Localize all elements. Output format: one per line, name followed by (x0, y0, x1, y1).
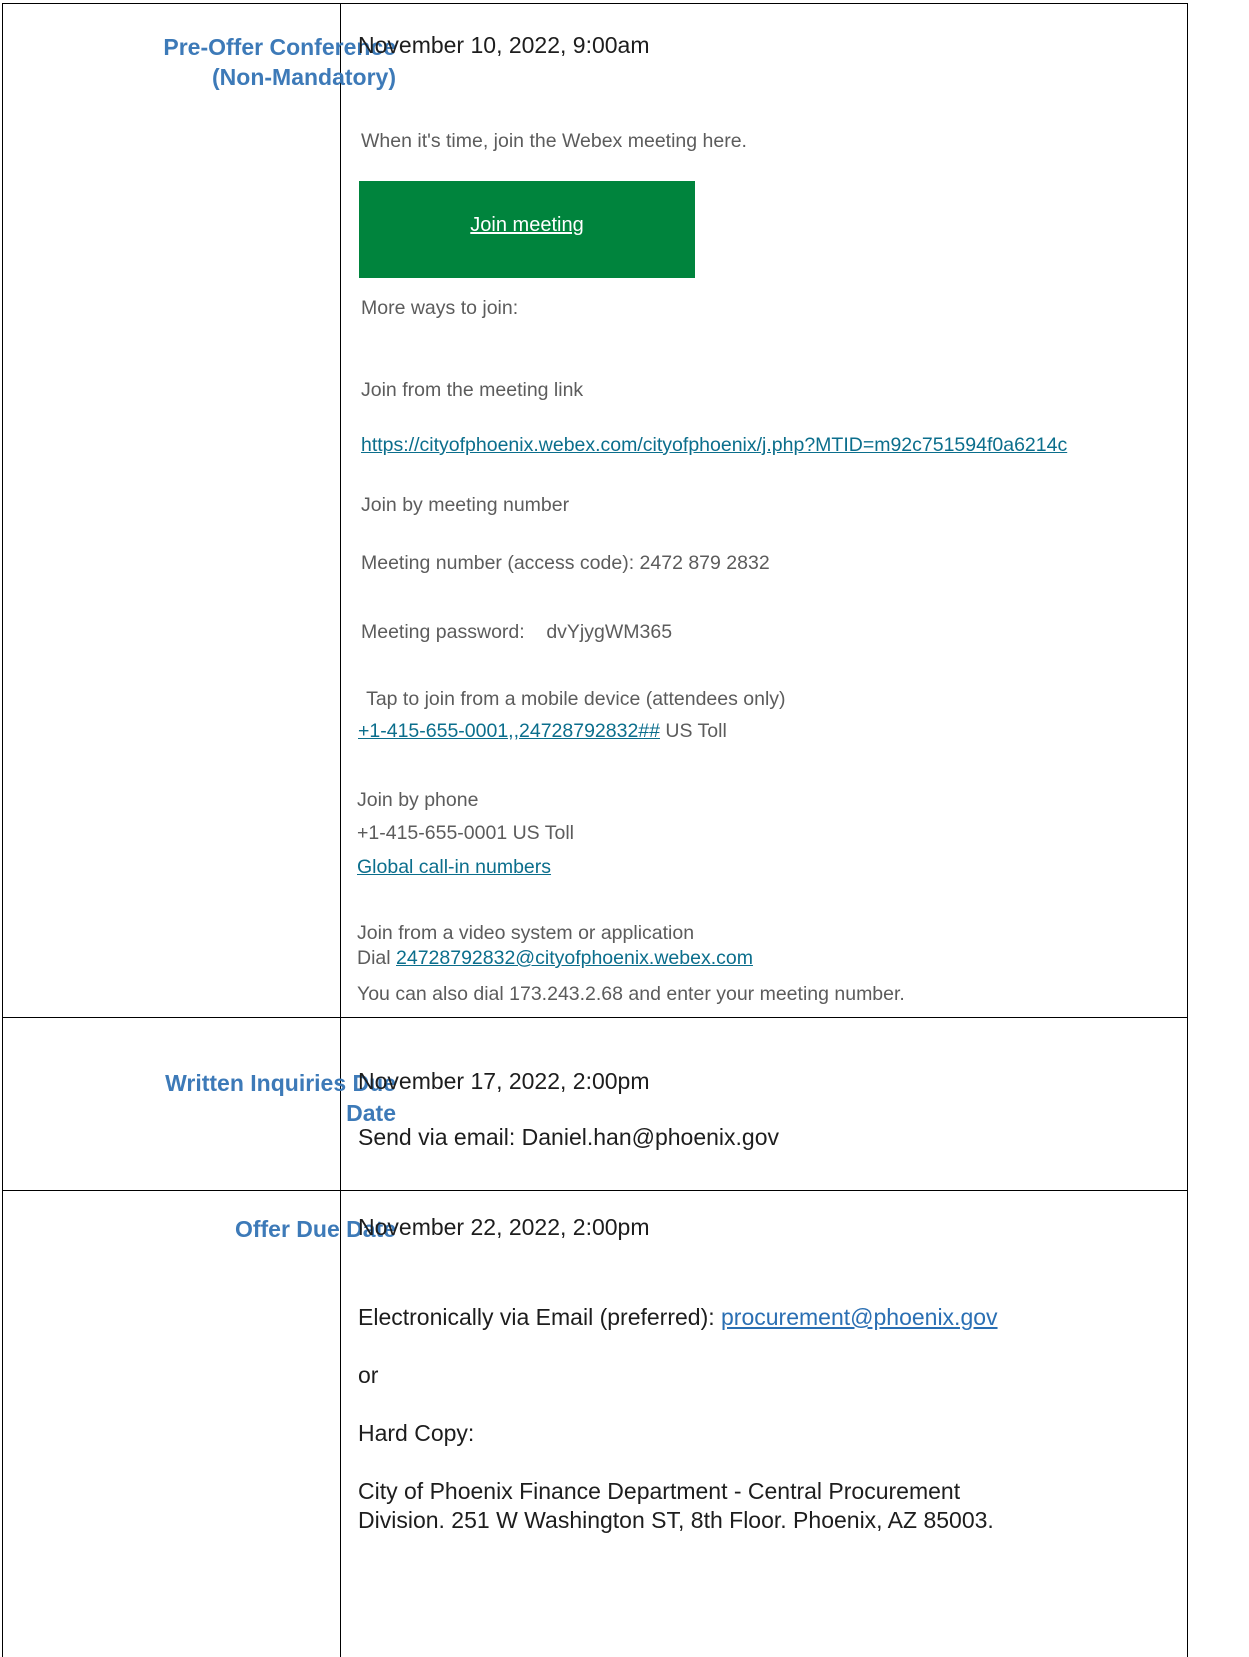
offer-due-date: November 22, 2022, 2:00pm (358, 1214, 650, 1240)
join-meeting-button[interactable]: Join meeting (359, 181, 695, 278)
column-divider (340, 3, 341, 1657)
hard-copy-heading: Hard Copy: (358, 1420, 475, 1446)
dial-prefix: Dial (357, 947, 397, 969)
video-dial-line: Dial 24728792832@cityofphoenix.webex.com (357, 947, 753, 970)
table-border-top (2, 3, 1188, 4)
address-line-2: Division. 251 W Washington ST, 8th Floor… (358, 1507, 994, 1533)
meeting-password: Meeting password: dvYjygWM365 (361, 621, 673, 643)
row-divider (2, 1190, 1188, 1191)
electronic-prefix: Electronically via Email (preferred): (358, 1304, 722, 1330)
or-text: or (358, 1362, 379, 1388)
join-by-phone-heading: Join by phone (357, 789, 479, 811)
meeting-link[interactable]: https://cityofphoenix.webex.com/cityofph… (361, 434, 1067, 456)
meeting-number: Meeting number (access code): 2472 879 2… (361, 552, 770, 574)
meeting-link-container: https://cityofphoenix.webex.com/cityofph… (361, 434, 1166, 457)
webex-intro: When it's time, join the Webex meeting h… (361, 130, 747, 152)
mobile-join-heading: Tap to join from a mobile device (attend… (361, 688, 786, 710)
table-border-right (1187, 3, 1188, 1657)
address-line-1: City of Phoenix Finance Department - Cen… (358, 1478, 961, 1504)
procurement-email-link[interactable]: procurement@phoenix.gov (721, 1304, 998, 1330)
global-callin-line: Global call-in numbers (357, 856, 551, 879)
video-dial-note: You can also dial 173.243.2.68 and enter… (357, 983, 905, 1005)
phone-number: +1-415-655-0001 US Toll (357, 822, 574, 844)
label-line: (Non-Mandatory) (212, 64, 396, 90)
electronic-submission-line: Electronically via Email (preferred): pr… (358, 1304, 998, 1331)
table-border-left (2, 3, 3, 1657)
more-ways-heading: More ways to join: (361, 297, 519, 319)
video-dial-link[interactable]: 24728792832@cityofphoenix.webex.com (396, 947, 753, 969)
inquiries-date: November 17, 2022, 2:00pm (358, 1068, 650, 1094)
join-meeting-label: Join meeting (470, 214, 584, 236)
conference-date: November 10, 2022, 9:00am (358, 32, 650, 58)
join-from-link-heading: Join from the meeting link (361, 379, 584, 401)
row-divider (2, 1017, 1188, 1018)
mobile-toll-suffix: US Toll (659, 720, 727, 742)
join-by-number-heading: Join by meeting number (361, 494, 570, 516)
mobile-join-line: +1-415-655-0001,,24728792832## US Toll (358, 720, 727, 743)
video-system-heading: Join from a video system or application (357, 922, 695, 944)
mobile-dial-link[interactable]: +1-415-655-0001,,24728792832## (358, 720, 660, 742)
inquiries-email-line: Send via email: Daniel.han@phoenix.gov (358, 1124, 779, 1150)
global-callin-link[interactable]: Global call-in numbers (357, 856, 551, 878)
